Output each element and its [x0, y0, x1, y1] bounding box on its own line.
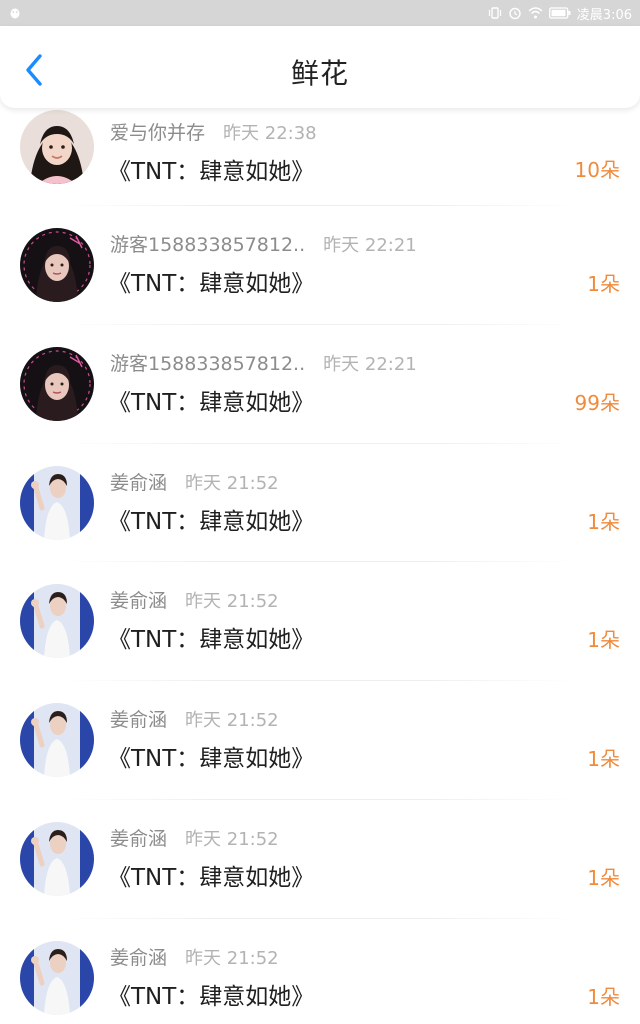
wifi-icon [528, 6, 543, 20]
avatar [20, 703, 94, 777]
avatar [20, 228, 94, 302]
record-meta: 姜俞涵 昨天 21:52 [110, 943, 279, 970]
timestamp: 昨天 21:52 [185, 947, 279, 969]
username: 姜俞涵 [110, 709, 168, 731]
list-item[interactable]: 游客158833857812.. 昨天 22:21 《TNT：肆意如她》 99朵 [0, 325, 640, 444]
username: 姜俞涵 [110, 590, 168, 613]
timestamp: 昨天 21:52 [185, 828, 279, 850]
record-meta: 姜俞涵 昨天 21:52 [110, 705, 279, 732]
timestamp: 昨天 21:52 [185, 591, 279, 613]
flower-count: 99朵 [574, 390, 620, 415]
book-title: 《TNT：肆意如她》 [108, 864, 315, 891]
book-title: 《TNT：肆意如她》 [108, 746, 315, 772]
username: 游客158833857812.. [110, 234, 306, 256]
timestamp: 昨天 21:52 [185, 710, 279, 731]
username: 爱与你并存 [110, 122, 206, 144]
record-meta: 游客158833857812.. 昨天 22:21 [110, 349, 417, 376]
book-title: 《TNT：肆意如她》 [108, 627, 315, 654]
avatar [20, 584, 94, 659]
status-time: 凌晨3:06 [576, 7, 632, 23]
list-item[interactable]: 姜俞涵 昨天 21:52 《TNT：肆意如她》 1朵 [0, 562, 640, 681]
record-meta: 姜俞涵 昨天 21:52 [110, 586, 279, 613]
flower-count: 1朵 [587, 509, 620, 534]
notification-icon [8, 6, 22, 20]
avatar [20, 940, 94, 1015]
list-item[interactable]: 姜俞涵 昨天 21:52 《TNT：肆意如她》 1朵 [0, 681, 640, 800]
timestamp: 昨天 22:21 [323, 353, 417, 375]
record-meta: 姜俞涵 昨天 21:52 [110, 468, 279, 495]
list-item[interactable]: 姜俞涵 昨天 21:52 《TNT：肆意如她》 1朵 [0, 919, 640, 1024]
timestamp: 昨天 22:38 [223, 123, 317, 144]
book-title: 《TNT：肆意如她》 [108, 983, 315, 1010]
book-title: 《TNT：肆意如她》 [108, 159, 315, 185]
list-item[interactable]: 姜俞涵 昨天 21:52 《TNT：肆意如她》 1朵 [0, 444, 640, 563]
book-title: 《TNT：肆意如她》 [108, 389, 315, 416]
record-meta: 爱与你并存 昨天 22:38 [110, 118, 317, 145]
timestamp: 昨天 22:21 [323, 235, 417, 256]
list-item[interactable]: 爱与你并存 昨天 22:38 《TNT：肆意如她》 10朵 [0, 108, 640, 206]
list-item[interactable]: 游客158833857812.. 昨天 22:21 《TNT：肆意如她》 1朵 [0, 206, 640, 325]
vibrate-icon [488, 6, 502, 20]
flower-count: 1朵 [587, 628, 620, 653]
record-meta: 游客158833857812.. 昨天 22:21 [110, 230, 417, 257]
username: 姜俞涵 [110, 471, 168, 494]
timestamp: 昨天 21:52 [185, 472, 279, 494]
book-title: 《TNT：肆意如她》 [108, 271, 315, 297]
book-title: 《TNT：肆意如她》 [108, 508, 315, 535]
username: 姜俞涵 [110, 946, 168, 969]
username: 游客158833857812.. [110, 352, 306, 375]
list-item[interactable]: 姜俞涵 昨天 21:52 《TNT：肆意如她》 1朵 [0, 800, 640, 919]
avatar [20, 346, 94, 421]
status-icons: 凌晨3:06 [488, 4, 632, 23]
alarm-icon [508, 6, 522, 20]
status-bar: 凌晨3:06 [0, 0, 640, 26]
flower-count: 10朵 [574, 158, 620, 182]
avatar [20, 465, 94, 540]
avatar [20, 821, 94, 896]
username: 姜俞涵 [110, 827, 168, 850]
flower-count: 1朵 [587, 747, 620, 771]
flower-count: 1朵 [587, 272, 620, 296]
record-meta: 姜俞涵 昨天 21:52 [110, 824, 279, 851]
flower-count: 1朵 [587, 865, 620, 890]
battery-icon [548, 7, 571, 19]
flower-count: 1朵 [587, 984, 620, 1009]
avatar [20, 110, 94, 184]
page-title: 鲜花 [290, 57, 349, 90]
header: 鲜花 [0, 26, 640, 108]
flower-record-list: 爱与你并存 昨天 22:38 《TNT：肆意如她》 10朵 游客15883385… [0, 108, 640, 1024]
